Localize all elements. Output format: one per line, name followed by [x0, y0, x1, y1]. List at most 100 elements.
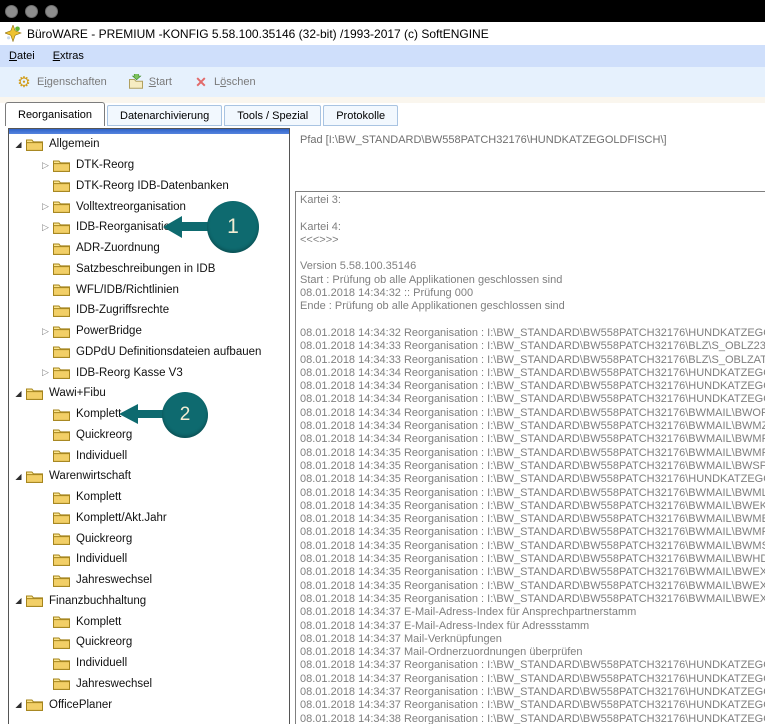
log-line: 08.01.2018 14:34:37 Reorganisation : I:\… — [300, 699, 765, 712]
tree-item[interactable]: DTK-Reorg IDB-Datenbanken — [9, 176, 289, 197]
folder-icon — [53, 574, 72, 587]
tree-item[interactable]: PowerBridge — [9, 321, 289, 342]
tree-item[interactable]: Wawi+Fibu — [9, 383, 289, 404]
start-label: Start — [149, 76, 172, 88]
expander-icon[interactable] — [11, 596, 26, 605]
tree-item[interactable]: Individuell — [9, 445, 289, 466]
loeschen-label: Löschen — [214, 76, 256, 88]
callout-2-arrowhead — [119, 404, 138, 424]
folder-icon — [26, 698, 45, 711]
folder-icon — [26, 387, 45, 400]
tree-item[interactable]: Individuell — [9, 653, 289, 674]
log-line — [300, 314, 765, 327]
log-line: 08.01.2018 14:34:35 Reorganisation : I:\… — [300, 447, 765, 460]
tree-item[interactable]: Jahreswechsel — [9, 674, 289, 695]
tree-item[interactable]: Satzbeschreibungen in IDB — [9, 259, 289, 280]
expander-icon[interactable] — [11, 700, 26, 709]
delete-x-icon: ✕ — [192, 74, 210, 91]
folder-icon — [53, 325, 72, 338]
folder-icon — [53, 615, 72, 628]
window-zoom-button[interactable] — [45, 5, 58, 18]
folder-icon — [53, 283, 72, 296]
log-line: 08.01.2018 14:34:35 Reorganisation : I:\… — [300, 460, 765, 473]
folder-icon — [53, 221, 72, 234]
log-line: <<<>>> — [300, 234, 765, 247]
start-button[interactable]: Start — [122, 71, 177, 94]
tree-item[interactable]: Quickreorg — [9, 632, 289, 653]
log-line: 08.01.2018 14:34:34 Reorganisation : I:\… — [300, 393, 765, 406]
tree-item[interactable]: Warenwirtschaft — [9, 466, 289, 487]
expander-icon[interactable] — [38, 326, 53, 337]
tree-item[interactable]: IDB-Zugriffsrechte — [9, 300, 289, 321]
folder-icon — [53, 636, 72, 649]
tree-item[interactable]: GDPdU Definitionsdateien aufbauen — [9, 342, 289, 363]
tab-tools-spezial[interactable]: Tools / Spezial — [224, 105, 321, 126]
folder-icon — [26, 594, 45, 607]
expander-icon[interactable] — [11, 389, 26, 398]
log-line: Version 5.58.100.35146 — [300, 260, 765, 273]
folder-icon — [53, 491, 72, 504]
folder-icon — [53, 179, 72, 192]
folder-icon — [53, 242, 72, 255]
app-icon — [5, 25, 22, 42]
log-line: 08.01.2018 14:34:34 Reorganisation : I:\… — [300, 407, 765, 420]
callout-1-badge: 1 — [207, 201, 259, 253]
log-line: 08.01.2018 14:34:35 Reorganisation : I:\… — [300, 513, 765, 526]
tab-protokolle[interactable]: Protokolle — [323, 105, 398, 126]
log-line: 08.01.2018 14:34:32 Reorganisation : I:\… — [300, 327, 765, 340]
folder-icon — [53, 408, 72, 421]
window-close-button[interactable] — [5, 5, 18, 18]
folder-icon — [53, 553, 72, 566]
expander-icon[interactable] — [38, 201, 53, 212]
expander-icon[interactable] — [38, 222, 53, 233]
expander-icon[interactable] — [11, 472, 26, 481]
log-line: 08.01.2018 14:34:35 Reorganisation : I:\… — [300, 593, 765, 606]
eigenschaften-button[interactable]: ⚙ Eigenschaften — [10, 71, 112, 94]
tab-strip: Reorganisation Datenarchivierung Tools /… — [5, 102, 398, 126]
protocol-log-box[interactable]: Kartei 3: Kartei 4: <<<>>> Version 5.58.… — [295, 191, 765, 724]
tree-item[interactable]: Komplett/Akt.Jahr — [9, 508, 289, 529]
tree-item[interactable]: DTK-Reorg — [9, 155, 289, 176]
tab-reorganisation[interactable]: Reorganisation — [5, 102, 105, 126]
folder-icon — [53, 511, 72, 524]
log-line: Kartei 3: — [300, 194, 765, 207]
menu-extras[interactable]: Extras — [44, 48, 93, 64]
tree-item[interactable]: Quickreorg — [9, 425, 289, 446]
tree-item[interactable]: WFL/IDB/Richtlinien — [9, 279, 289, 300]
log-line: 08.01.2018 14:34:37 Reorganisation : I:\… — [300, 659, 765, 672]
log-line: 08.01.2018 14:34:32 :: Prüfung 000 — [300, 287, 765, 300]
log-line: 08.01.2018 14:34:37 E-Mail-Adress-Index … — [300, 620, 765, 633]
expander-icon[interactable] — [38, 367, 53, 378]
folder-icon — [53, 532, 72, 545]
window-title: BüroWARE - PREMIUM -KONFIG 5.58.100.3514… — [27, 27, 489, 41]
log-line: 08.01.2018 14:34:34 Reorganisation : I:\… — [300, 433, 765, 446]
tree-item[interactable]: OfficePlaner — [9, 694, 289, 715]
folder-icon — [53, 428, 72, 441]
log-line: 08.01.2018 14:34:37 Mail-Ordnerzuordnung… — [300, 646, 765, 659]
application-window: BüroWARE - PREMIUM -KONFIG 5.58.100.3514… — [0, 0, 765, 724]
folder-icon — [53, 304, 72, 317]
start-folder-icon — [127, 74, 145, 91]
tree-item[interactable]: Komplett — [9, 611, 289, 632]
tree-item[interactable]: Finanzbuchhaltung — [9, 591, 289, 612]
expander-icon[interactable] — [38, 160, 53, 171]
log-line: 08.01.2018 14:34:34 Reorganisation : I:\… — [300, 380, 765, 393]
window-minimize-button[interactable] — [25, 5, 38, 18]
expander-icon[interactable] — [11, 140, 26, 149]
menu-datei[interactable]: Datei — [0, 48, 44, 64]
log-line: 08.01.2018 14:34:33 Reorganisation : I:\… — [300, 354, 765, 367]
log-line: 08.01.2018 14:34:35 Reorganisation : I:\… — [300, 487, 765, 500]
eigenschaften-label: Eigenschaften — [37, 76, 107, 88]
tree-item[interactable]: Individuell — [9, 549, 289, 570]
log-line: 08.01.2018 14:34:37 Mail-Verknüpfungen — [300, 633, 765, 646]
callout-2-badge: 2 — [162, 392, 208, 438]
tab-datenarchivierung[interactable]: Datenarchivierung — [107, 105, 222, 126]
tree-item[interactable]: IDB-Reorg Kasse V3 — [9, 362, 289, 383]
log-line: 08.01.2018 14:34:35 Reorganisation : I:\… — [300, 566, 765, 579]
tree-item[interactable]: Jahreswechsel — [9, 570, 289, 591]
tree-item[interactable]: Quickreorg — [9, 528, 289, 549]
loeschen-button[interactable]: ✕ Löschen — [187, 71, 261, 94]
log-line: 08.01.2018 14:34:35 Reorganisation : I:\… — [300, 473, 765, 486]
tree-item[interactable]: Allgemein — [9, 134, 289, 155]
tree-item[interactable]: Komplett — [9, 487, 289, 508]
